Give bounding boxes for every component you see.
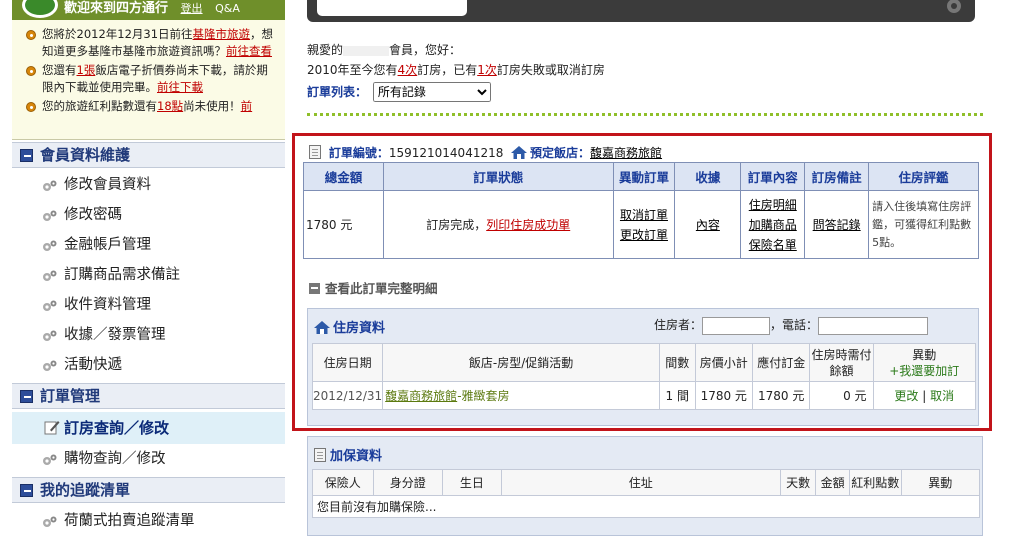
table-row: 您目前沒有加購保險... <box>312 495 980 518</box>
document-icon <box>309 145 321 159</box>
insurance-table: 保險人 身分證 生日 住址 天數 金額 紅利點數 異動 您目前沒有加購保險... <box>312 469 980 518</box>
gear-icon <box>43 270 57 281</box>
failed-count-link[interactable]: 1次 <box>477 63 497 77</box>
gear-icon <box>947 0 961 13</box>
hotel-room-link[interactable]: 馥嘉商務旅館 <box>385 389 457 403</box>
stay-table: 住房日期 飯店-房型/促銷活動 間數 房價小計 應付訂金 住房時需付餘額 異動 +… <box>311 343 977 410</box>
qa-link[interactable]: Q&A <box>215 2 240 15</box>
logout-link[interactable]: 登出 <box>181 2 203 15</box>
house-icon <box>314 321 330 334</box>
sidebar-item-product-notes[interactable]: 訂購商品需求備註 <box>12 260 285 290</box>
coin-icon <box>26 30 36 40</box>
total-amount: 1780 元 <box>303 190 384 259</box>
collapse-icon[interactable] <box>20 149 33 162</box>
insurance-title: 加保資料 <box>314 445 382 464</box>
divider <box>307 113 983 116</box>
stay-detail-link[interactable]: 住房明細 <box>749 198 797 212</box>
document-icon <box>314 448 326 462</box>
sidebar-item-recipient[interactable]: 收件資料管理 <box>12 290 285 320</box>
phone-field[interactable] <box>818 316 929 335</box>
stay-info-title: 住房資料 <box>314 317 385 336</box>
order-filter-select[interactable]: 所有記錄 <box>372 82 491 102</box>
collapse-icon[interactable] <box>20 390 33 403</box>
cancel-order-link[interactable]: 取消訂單 <box>620 208 668 222</box>
sidebar-item-shopping-query[interactable]: 購物查詢／修改 <box>12 444 285 474</box>
gear-icon <box>43 180 57 191</box>
sidebar-item-password[interactable]: 修改密碼 <box>12 200 285 230</box>
booking-count-link[interactable]: 4次 <box>398 63 418 77</box>
order-header: 訂單編號：1591210140412​18 預定飯店：馥嘉商務旅館 <box>309 144 662 161</box>
add-booking-link[interactable]: +我還要加訂 <box>889 364 959 378</box>
sidebar-item-edit-profile[interactable]: 修改會員資料 <box>12 170 285 200</box>
page-title: 訂房查詢/修改 <box>367 0 450 14</box>
sidebar-item-invoice[interactable]: 收據／發票管理 <box>12 320 285 350</box>
notice-link[interactable]: 18點 <box>157 99 183 113</box>
addon-link[interactable]: 加購商品 <box>749 218 797 232</box>
gear-icon <box>43 360 57 371</box>
section-tracking-list[interactable]: 我的追蹤清單 <box>12 477 285 503</box>
sidebar-item-events[interactable]: 活動快遞 <box>12 350 285 380</box>
masked-name <box>343 45 390 56</box>
order-filter-label: 訂單列表： <box>307 85 368 99</box>
guest-fields: 住房者： ，電話： <box>654 316 929 335</box>
order-card: 訂單編號：1591210140412​18 預定飯店：馥嘉商務旅館 總金額 訂單… <box>292 133 992 431</box>
cancel-stay-link[interactable]: 取消 <box>930 389 954 403</box>
order-number: 1591210140412​18 <box>388 146 504 160</box>
gear-icon <box>43 210 57 221</box>
order-summary-table: 總金額 訂單狀態 異動訂單 收據 訂單內容 訂房備註 住房評鑑 1780 元 訂… <box>303 162 979 259</box>
sidebar-item-booking-query[interactable]: 訂房查詢／修改 <box>12 412 285 444</box>
greeting: 親愛的 會員，您好： 2010年至今您有4次訂房，已有1次訂房失敗或取消訂房 <box>307 43 605 77</box>
qa-record-link[interactable]: 問答記錄 <box>813 218 861 232</box>
welcome-text: 歡迎來到四方通行 <box>64 1 169 16</box>
hotel-link[interactable]: 馥嘉商務旅館 <box>590 146 662 160</box>
gear-icon <box>43 300 57 311</box>
sidebar: 歡迎來到四方通行 登出 Q&A 您將於2012年12月31日前往基隆市旅遊，想知… <box>12 0 285 536</box>
receipt-link[interactable]: 內容 <box>696 218 720 232</box>
welcome-bar: 歡迎來到四方通行 登出 Q&A <box>12 0 285 20</box>
collapse-icon[interactable] <box>309 283 320 294</box>
insurance-panel: 加保資料 保險人 身分證 生日 住址 天數 金額 紅利點數 異動 您目前沒有加購… <box>307 436 983 536</box>
stay-info-panel: 住房資料 住房者： ，電話： 住房日期 飯店-房型/促銷活動 間數 房價小計 應付… <box>307 308 979 426</box>
section-member-info[interactable]: 會員資料維護 <box>12 142 285 168</box>
logo-icon <box>22 0 58 18</box>
gear-icon <box>43 516 57 527</box>
page-title-bar: 訂房查詢/修改 <box>307 0 975 22</box>
section-order-management[interactable]: 訂單管理 <box>12 383 285 409</box>
order-filter: 訂單列表： 所有記錄 <box>307 82 491 102</box>
review-note: 請入住後填寫住房評鑑，可獲得紅利點數5點。 <box>868 190 979 259</box>
main-content: 訂房查詢/修改 親愛的 會員，您好： 2010年至今您有4次訂房，已有1次訂房失敗… <box>292 0 1005 536</box>
guest-name-field[interactable] <box>702 316 771 335</box>
notice-go-link[interactable]: 前往下載 <box>157 80 203 94</box>
notice-box: 您將於2012年12月31日前往基隆市旅遊，想知道更多基隆市基隆市旅遊資訊嗎？前… <box>12 20 285 140</box>
coin-icon <box>26 66 36 76</box>
coin-icon <box>26 102 36 112</box>
gear-icon <box>43 330 57 341</box>
collapse-icon[interactable] <box>20 484 33 497</box>
notice-go-link[interactable]: 前往查看 <box>226 44 272 58</box>
insurance-empty-message: 您目前沒有加購保險... <box>312 495 980 518</box>
pencil-icon <box>44 421 60 435</box>
detail-toggle[interactable]: 查看此訂單完整明細 <box>309 278 438 297</box>
notice-item: 您將於2012年12月31日前往基隆市旅遊，想知道更多基隆市基隆市旅遊資訊嗎？前… <box>26 26 275 60</box>
notice-link[interactable]: 1張 <box>77 63 96 77</box>
table-row: 2012/12/31 馥嘉商務旅館-雅緻套房 1 間 1780 元 1780 元… <box>311 381 977 410</box>
order-status: 訂房完成，列印住房成功單 <box>382 190 614 259</box>
gear-icon <box>43 454 57 465</box>
edit-stay-link[interactable]: 更改 <box>894 389 918 403</box>
gear-icon <box>43 240 57 251</box>
notice-link[interactable]: 基隆市旅遊 <box>193 27 251 41</box>
notice-item: 您還有1張飯店電子折價券尚未下載，請於期限內下載並使用完畢。前往下載 <box>26 62 275 96</box>
sidebar-item-dutch-auction[interactable]: 荷蘭式拍賣追蹤清單 <box>12 506 285 536</box>
notice-go-link[interactable]: 前 <box>241 99 253 113</box>
notice-item: 您的旅遊紅利點數還有18點尚未使用！前 <box>26 98 275 115</box>
print-confirmation-link[interactable]: 列印住房成功單 <box>486 218 570 232</box>
modify-order-link[interactable]: 更改訂單 <box>620 228 668 242</box>
house-icon <box>511 146 528 159</box>
insurance-list-link[interactable]: 保險名單 <box>749 238 797 252</box>
sidebar-item-bank[interactable]: 金融帳戶管理 <box>12 230 285 260</box>
table-row: 1780 元 訂房完成，列印住房成功單 取消訂單更改訂單 內容 住房明細加購商品… <box>303 190 979 259</box>
